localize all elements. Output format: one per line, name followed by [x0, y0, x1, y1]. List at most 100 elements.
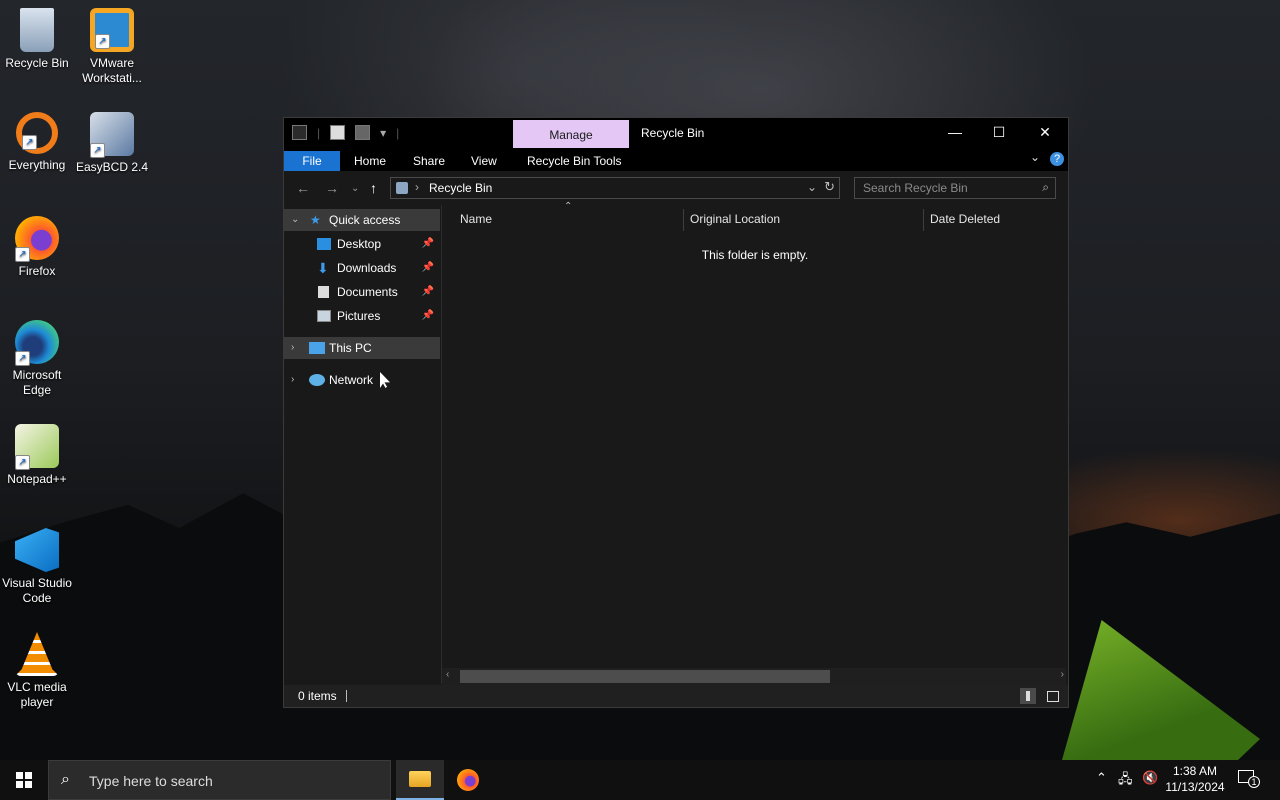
- desktop-icon-label: EasyBCD 2.4: [75, 160, 149, 174]
- large-icons-view-button[interactable]: [1044, 688, 1060, 704]
- taskbar-file-explorer[interactable]: [396, 760, 444, 800]
- window-title: Recycle Bin: [641, 126, 705, 140]
- nav-item-quick-access[interactable]: ⌄ ★ Quick access: [284, 209, 440, 231]
- desktop-icon-notepadpp[interactable]: ↗ Notepad++: [0, 424, 75, 487]
- status-bar: 0 items: [284, 685, 1068, 707]
- vscode-icon: [15, 528, 59, 572]
- shortcut-arrow-icon: ↗: [22, 135, 37, 150]
- clock-time: 1:38 AM: [1172, 764, 1218, 778]
- properties-icon[interactable]: [330, 125, 346, 140]
- nav-item-label: This PC: [329, 341, 372, 355]
- refresh-icon[interactable]: ↻: [824, 179, 835, 195]
- volume-muted-icon[interactable]: 🔇: [1142, 770, 1158, 786]
- action-center-button[interactable]: 1: [1238, 770, 1260, 788]
- up-arrow-icon[interactable]: ↑: [370, 180, 377, 196]
- help-icon[interactable]: ?: [1050, 152, 1064, 166]
- shortcut-arrow-icon: ↗: [15, 351, 30, 366]
- tab-file[interactable]: File: [284, 151, 340, 171]
- pin-icon[interactable]: 📌: [422, 281, 434, 303]
- item-count: 0 items: [298, 689, 337, 703]
- title-bar[interactable]: | ▾ | Manage Recycle Bin — ☐ ✕: [284, 118, 1068, 148]
- chevron-right-icon[interactable]: ›: [291, 337, 294, 359]
- desktop-icon-everything[interactable]: ↗ Everything: [0, 112, 75, 173]
- file-list[interactable]: ⌃ Name Original Location Date Deleted Th…: [442, 201, 1068, 684]
- nav-item-this-pc[interactable]: › This PC: [284, 337, 440, 359]
- nav-item-pictures[interactable]: Pictures 📌: [284, 305, 440, 327]
- forward-arrow-icon[interactable]: →: [325, 180, 339, 196]
- minimize-button[interactable]: —: [932, 118, 978, 148]
- scrollbar-thumb[interactable]: [460, 670, 830, 683]
- desktop-folder-icon: [317, 238, 331, 250]
- recent-locations-icon[interactable]: ⌄: [351, 183, 359, 194]
- clock[interactable]: 1:38 AM 11/13/2024: [1160, 763, 1230, 795]
- pin-icon[interactable]: 📌: [422, 233, 434, 255]
- search-input[interactable]: Search Recycle Bin ⌕: [854, 177, 1056, 199]
- taskbar-search-box[interactable]: ⌕ Type here to search: [48, 760, 391, 800]
- details-view-button[interactable]: [1020, 688, 1036, 704]
- desktop-icon-edge[interactable]: ↗ Microsoft Edge: [0, 320, 75, 398]
- everything-icon: ↗: [16, 112, 58, 154]
- close-button[interactable]: ✕: [1022, 118, 1068, 148]
- shortcut-arrow-icon: ↗: [15, 247, 30, 262]
- column-header-date-deleted[interactable]: Date Deleted: [930, 205, 1000, 233]
- documents-icon: [318, 286, 329, 298]
- nav-item-label: Pictures: [337, 309, 381, 323]
- desktop-icon-label: Everything: [8, 158, 66, 172]
- desktop-icon-recycle-bin[interactable]: Recycle Bin: [0, 8, 75, 71]
- pictures-icon: [317, 310, 331, 322]
- quick-access-toolbar: | ▾ |: [292, 125, 399, 140]
- pin-icon[interactable]: 📌: [422, 257, 434, 279]
- nav-item-desktop[interactable]: Desktop 📌: [284, 233, 440, 255]
- maximize-button[interactable]: ☐: [976, 118, 1022, 148]
- breadcrumb-chevron-icon[interactable]: ›: [415, 180, 419, 194]
- column-divider[interactable]: [923, 209, 924, 231]
- tab-view[interactable]: View: [471, 151, 497, 171]
- desktop-icon-easybcd[interactable]: ↗ EasyBCD 2.4: [74, 112, 150, 175]
- computer-icon: [309, 342, 325, 354]
- recycle-bin-icon: [20, 8, 54, 52]
- network-status-icon[interactable]: 🖧: [1118, 770, 1133, 792]
- customize-qat-icon[interactable]: ▾: [380, 126, 386, 140]
- pin-icon[interactable]: 📌: [422, 305, 434, 327]
- desktop-icon-label: Recycle Bin: [5, 56, 69, 70]
- desktop-icon-vscode[interactable]: Visual Studio Code: [0, 528, 75, 606]
- empty-folder-message: This folder is empty.: [701, 248, 809, 262]
- desktop-icon-label: Microsoft Edge: [12, 368, 62, 397]
- column-header-name[interactable]: Name: [460, 205, 492, 233]
- desktop-icon-label: Firefox: [18, 264, 56, 278]
- nav-item-documents[interactable]: Documents 📌: [284, 281, 440, 303]
- show-hidden-icons-chevron-icon[interactable]: ⌃: [1096, 770, 1107, 786]
- nav-item-downloads[interactable]: ⬇ Downloads 📌: [284, 257, 440, 279]
- expand-ribbon-icon[interactable]: ⌄: [1030, 150, 1040, 164]
- desktop-icon-vmware[interactable]: ↗ VMware Workstati...: [74, 8, 150, 86]
- network-icon: [309, 374, 325, 386]
- large-icons-view-icon: [1047, 691, 1059, 702]
- tab-home[interactable]: Home: [354, 151, 386, 171]
- scroll-left-icon[interactable]: ‹: [446, 669, 449, 680]
- new-folder-icon[interactable]: [355, 125, 371, 140]
- maximize-icon: ☐: [992, 124, 1006, 140]
- start-button[interactable]: [0, 760, 48, 800]
- chevron-down-icon[interactable]: ⌄: [291, 209, 299, 231]
- tab-recycle-bin-tools[interactable]: Recycle Bin Tools: [527, 151, 622, 171]
- column-header-original-location[interactable]: Original Location: [690, 205, 780, 233]
- desktop-icon-firefox[interactable]: ↗ Firefox: [0, 216, 75, 279]
- tab-share[interactable]: Share: [413, 151, 445, 171]
- address-dropdown-icon[interactable]: ⌄: [807, 180, 817, 194]
- nav-item-network[interactable]: › Network: [284, 369, 440, 391]
- scroll-right-icon[interactable]: ›: [1061, 669, 1064, 680]
- back-arrow-icon[interactable]: ←: [296, 180, 310, 196]
- file-explorer-icon: [409, 771, 431, 787]
- tab-manage[interactable]: Manage: [513, 120, 629, 148]
- desktop-icon-label: Notepad++: [7, 472, 67, 486]
- desktop-icon-vlc[interactable]: VLC media player: [0, 632, 75, 710]
- desktop-icon-label: Visual Studio Code: [2, 576, 72, 605]
- explorer-window[interactable]: | ▾ | Manage Recycle Bin — ☐ ✕ File Home…: [283, 117, 1069, 708]
- address-bar[interactable]: › Recycle Bin ⌄ ↻: [390, 177, 840, 199]
- column-divider[interactable]: [683, 209, 684, 231]
- search-icon: ⌕: [61, 771, 70, 788]
- taskbar-firefox[interactable]: [444, 760, 492, 800]
- breadcrumb[interactable]: Recycle Bin: [429, 181, 492, 195]
- chevron-right-icon[interactable]: ›: [291, 369, 294, 391]
- horizontal-scrollbar[interactable]: ‹ ›: [442, 668, 1066, 685]
